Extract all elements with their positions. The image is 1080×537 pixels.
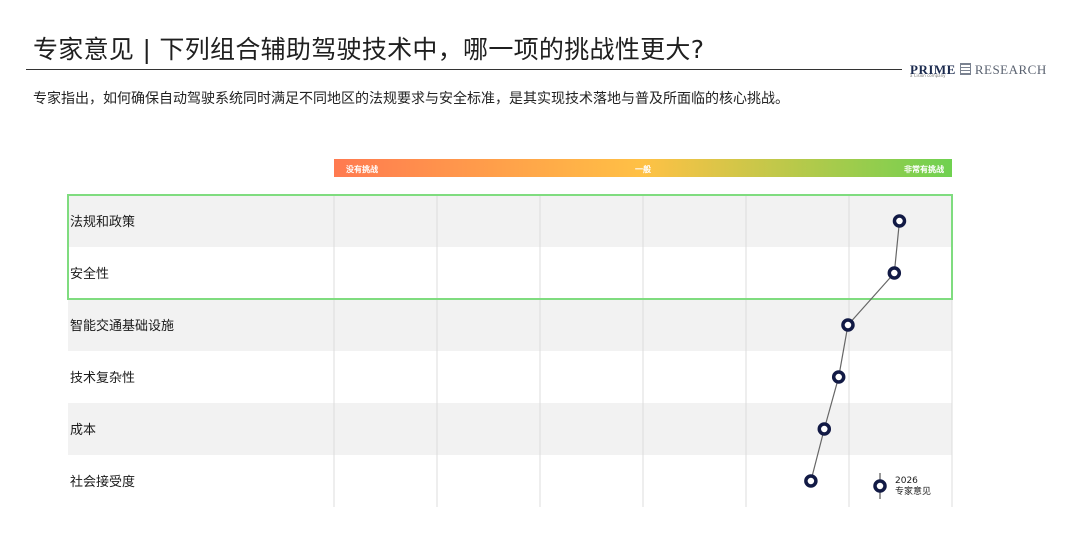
category-label: 安全性 xyxy=(70,266,109,282)
row-band xyxy=(68,247,952,299)
category-label: 成本 xyxy=(70,423,96,438)
category-label: 法规和政策 xyxy=(70,214,135,230)
scale-label: 非常有挑战 xyxy=(904,164,944,174)
category-label: 智能交通基础设施 xyxy=(70,318,174,334)
row-band xyxy=(68,351,952,403)
row-band xyxy=(68,455,952,507)
data-point xyxy=(804,474,818,488)
legend-marker xyxy=(873,479,887,493)
data-point xyxy=(887,266,902,280)
row-band xyxy=(68,299,952,351)
legend-label-year: 2026 xyxy=(895,476,918,486)
scale-label: 没有挑战 xyxy=(346,164,378,174)
category-label: 技术复杂性 xyxy=(70,371,135,386)
data-point xyxy=(841,318,855,332)
expert-opinion-chart: 没有挑战 一般 非常有挑战 法规和政策安全性智能交通基础设施技术复杂性成本社会接受度… xyxy=(67,159,953,507)
row-band xyxy=(68,195,952,247)
scale-label: 一般 xyxy=(635,164,651,174)
data-point xyxy=(831,370,846,384)
data-point xyxy=(892,214,907,228)
category-label: 社会接受度 xyxy=(70,474,135,490)
legend-label-series: 专家意见 xyxy=(895,485,931,497)
data-point xyxy=(817,422,832,436)
